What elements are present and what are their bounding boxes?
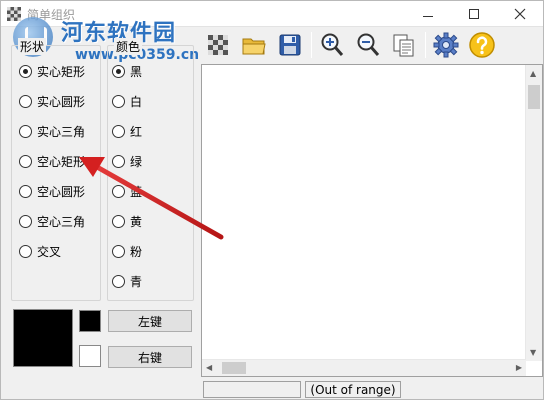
app-window: 简单组织 河东软件园 www.pc0359.cn 形状 实心矩形 实心圆形 实心… bbox=[0, 0, 544, 400]
annotation-arrow-icon bbox=[79, 157, 224, 240]
